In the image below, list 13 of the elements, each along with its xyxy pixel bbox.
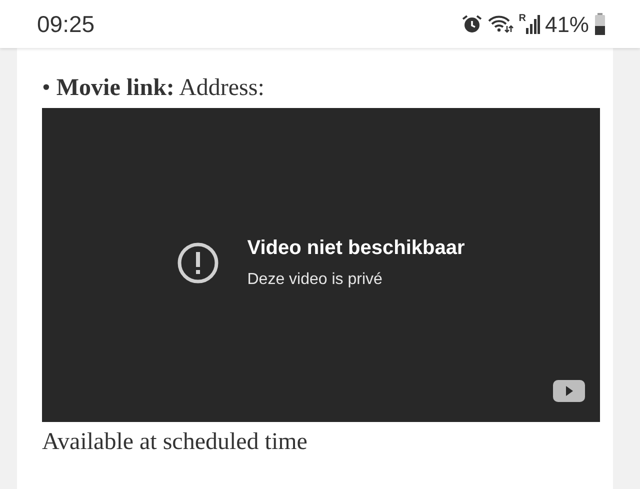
video-error-message: Deze video is privé [247,270,384,290]
warning-icon [177,242,220,284]
video-error-title: Video niet beschikbaar [247,236,465,260]
availability-caption: Available at scheduled time [42,428,308,457]
network-type-label: R [518,14,526,24]
movie-link-line: • Movie link: Address: [42,74,266,102]
battery-percent: 41% [544,10,589,38]
alarm-icon [460,14,483,34]
clock: 09:25 [37,10,95,39]
play-logo-icon[interactable] [553,380,585,402]
wifi-icon [488,14,514,34]
battery-icon [594,13,606,35]
signal-icon [526,14,540,34]
